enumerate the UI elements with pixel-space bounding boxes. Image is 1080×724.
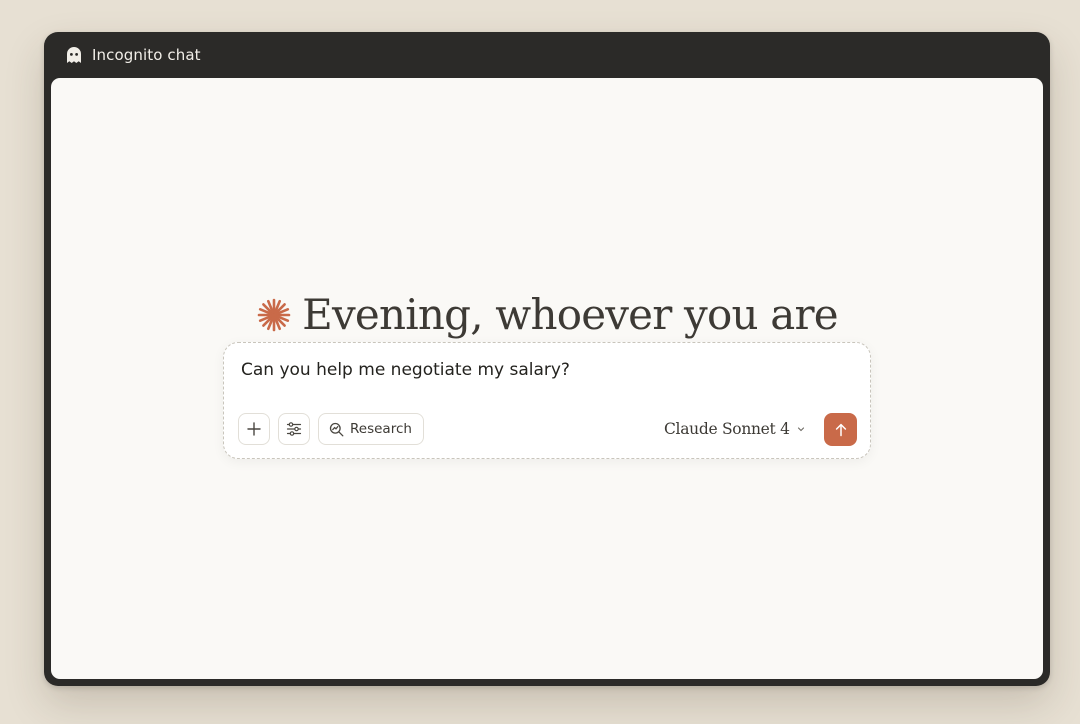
- spark-icon: [256, 297, 292, 333]
- arrow-up-icon: [834, 423, 848, 437]
- greeting: Evening, whoever you are: [51, 284, 1043, 344]
- message-composer[interactable]: Can you help me negotiate my salary? Res…: [223, 342, 871, 459]
- research-icon: [329, 422, 344, 437]
- title-bar: Incognito chat: [44, 32, 1050, 78]
- model-selector[interactable]: Claude Sonnet 4: [664, 417, 806, 441]
- tools-button[interactable]: [278, 413, 310, 445]
- plus-icon: [247, 422, 261, 436]
- message-input[interactable]: Can you help me negotiate my salary?: [241, 360, 570, 380]
- model-label: Claude Sonnet 4: [664, 420, 790, 438]
- sliders-icon: [286, 421, 302, 437]
- chevron-down-icon: [796, 424, 806, 434]
- send-button[interactable]: [824, 413, 857, 446]
- add-button[interactable]: [238, 413, 270, 445]
- incognito-window: Incognito chat Evening, whoever you are …: [44, 32, 1050, 686]
- window-title: Incognito chat: [92, 46, 201, 64]
- research-button[interactable]: Research: [318, 413, 424, 445]
- ghost-icon: [65, 46, 83, 64]
- research-label: Research: [350, 421, 412, 437]
- greeting-text: Evening, whoever you are: [302, 289, 839, 339]
- chat-area: Evening, whoever you are Can you help me…: [51, 78, 1043, 679]
